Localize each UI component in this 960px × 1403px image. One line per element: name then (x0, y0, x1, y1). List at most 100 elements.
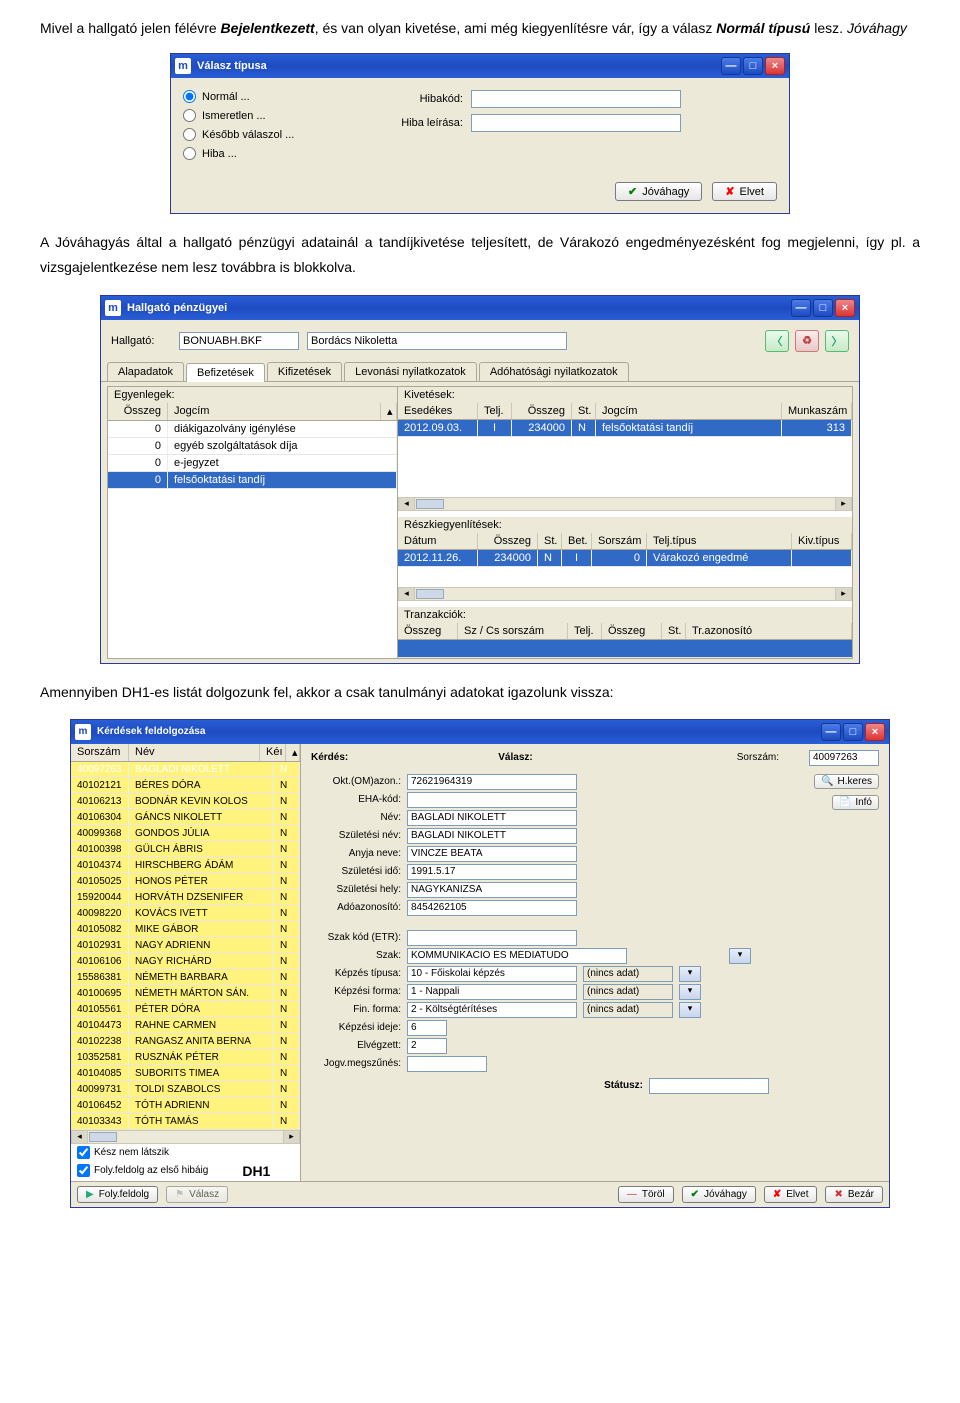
col[interactable]: Telj. (568, 623, 602, 639)
szak-dropdown[interactable]: ▾ (729, 948, 751, 964)
scroll-thumb[interactable] (416, 499, 444, 509)
egyenleg-row[interactable]: 0felsőoktatási tandíj (108, 472, 397, 489)
valasz-button[interactable]: ⚑Válasz (166, 1186, 228, 1203)
szn-input[interactable] (407, 828, 577, 844)
col[interactable]: Tr.azonosító (686, 623, 852, 639)
col-jogcim[interactable]: Jogcím (596, 403, 782, 419)
close-button[interactable]: × (765, 57, 785, 75)
list-row[interactable]: 15586381NÉMETH BARBARAN (71, 970, 300, 986)
col-telj[interactable]: Telj. (478, 403, 512, 419)
kf-right[interactable] (583, 984, 673, 1000)
list-row[interactable]: 40105082MIKE GÁBORN (71, 922, 300, 938)
tab-kifizetesek[interactable]: Kifizetések (267, 362, 342, 381)
foly-feldolg-checkbox[interactable] (77, 1164, 90, 1177)
hibakod-input[interactable] (471, 90, 681, 108)
scroll-left[interactable]: ◂ (399, 498, 415, 510)
list-row[interactable]: 40106304GÁNCS NIKOLETTN (71, 810, 300, 826)
hibaleiras-input[interactable] (471, 114, 681, 132)
egyenleg-row[interactable]: 0egyéb szolgáltatások díja (108, 438, 397, 455)
elvet-button[interactable]: ✘Elvet (764, 1186, 818, 1203)
col-osszeg[interactable]: Összeg (108, 403, 168, 420)
tranzakcio-row-empty[interactable] (398, 640, 852, 658)
scroll-thumb[interactable] (89, 1132, 117, 1142)
maximize-button[interactable]: □ (813, 299, 833, 317)
close-button[interactable]: × (865, 723, 885, 741)
bezar-button[interactable]: ✖Bezár (825, 1186, 883, 1203)
list-row[interactable]: 40103343TÓTH TAMÁSN (71, 1114, 300, 1130)
close-button[interactable]: × (835, 299, 855, 317)
scroll-thumb[interactable] (416, 589, 444, 599)
col-jogcim[interactable]: Jogcím (168, 403, 381, 420)
col[interactable]: Összeg (602, 623, 662, 639)
col-munkaszam[interactable]: Munkaszám (782, 403, 852, 419)
list-row[interactable]: 40099368GONDOS JÚLIAN (71, 826, 300, 842)
radio-hiba[interactable]: Hiba ... (183, 147, 294, 160)
titlebar[interactable]: m Válasz típusa — □ × (171, 54, 789, 78)
kf-input[interactable] (407, 984, 577, 1000)
titlebar[interactable]: m Hallgató pénzügyei — □ × (101, 296, 859, 320)
col[interactable]: Sz / Cs sorszám (458, 623, 568, 639)
kesz-nem-latszik-checkbox[interactable] (77, 1146, 90, 1159)
sorszam-input[interactable] (809, 750, 879, 766)
list-row[interactable]: 40100398GÜLCH ÁBRISN (71, 842, 300, 858)
hkeres-button[interactable]: 🔍H.keres (814, 774, 879, 789)
tab-levonasi[interactable]: Levonási nyilatkozatok (344, 362, 477, 381)
scroll-up[interactable]: ▴ (381, 403, 397, 420)
list-row[interactable]: 40104374HIRSCHBERG ÁDÁMN (71, 858, 300, 874)
egyenleg-row[interactable]: 0e-jegyzet (108, 455, 397, 472)
col-osszeg[interactable]: Összeg (478, 533, 538, 549)
minimize-button[interactable]: — (821, 723, 841, 741)
h-scrollbar[interactable]: ◂▸ (398, 587, 852, 601)
list-row[interactable]: 40104473RAHNE CARMENN (71, 1018, 300, 1034)
ado-input[interactable] (407, 900, 577, 916)
list-row[interactable]: 40106106NAGY RICHÁRDN (71, 954, 300, 970)
col-st[interactable]: St. (538, 533, 562, 549)
col-datum[interactable]: Dátum (398, 533, 478, 549)
tab-alapadatok[interactable]: Alapadatok (107, 362, 184, 381)
list-row[interactable]: 40102238RANGASZ ANITA BERNAN (71, 1034, 300, 1050)
ff-dropdown[interactable]: ▾ (679, 1002, 701, 1018)
ev-input[interactable] (407, 1038, 447, 1054)
scroll-right[interactable]: ▸ (835, 588, 851, 600)
col-ke[interactable]: Kéı (260, 744, 286, 761)
ff-input[interactable] (407, 1002, 577, 1018)
col-st[interactable]: St. (572, 403, 596, 419)
radio-normal[interactable]: Normál ... (183, 90, 294, 103)
list-row[interactable]: 40100695NÉMETH MÁRTON SÁN.N (71, 986, 300, 1002)
tab-befizetesek[interactable]: Befizetések (186, 363, 265, 382)
kivetes-row[interactable]: 2012.09.03. I 234000 N felsőoktatási tan… (398, 420, 852, 437)
col-bet[interactable]: Bet. (562, 533, 592, 549)
col-sorszam[interactable]: Sorszám (71, 744, 129, 761)
list-row[interactable]: 40098220KOVÁCS IVETTN (71, 906, 300, 922)
radio-kesobb[interactable]: Később válaszol ... (183, 128, 294, 141)
list-row[interactable]: 40104085SUBORITS TIMEAN (71, 1066, 300, 1082)
any-input[interactable] (407, 846, 577, 862)
foly-feldolg-button[interactable]: ▶Foly.feldolg (77, 1186, 158, 1203)
list-row[interactable]: 10352581RUSZNÁK PÉTERN (71, 1050, 300, 1066)
reszkieg-row[interactable]: 2012.11.26. 234000 N I 0 Várakozó engedm… (398, 550, 852, 567)
szk-input[interactable] (407, 930, 577, 946)
kt-input[interactable] (407, 966, 577, 982)
col[interactable]: Összeg (398, 623, 458, 639)
next-button[interactable]: 〉 (825, 330, 849, 352)
col-esedekes[interactable]: Esedékes (398, 403, 478, 419)
list-row[interactable]: 40099731TOLDI SZABOLCSN (71, 1082, 300, 1098)
kt-right[interactable] (583, 966, 673, 982)
scroll-right[interactable]: ▸ (283, 1131, 299, 1143)
maximize-button[interactable]: □ (843, 723, 863, 741)
titlebar[interactable]: m Kérdések feldolgozása — □ × (71, 720, 889, 744)
maximize-button[interactable]: □ (743, 57, 763, 75)
minimize-button[interactable]: — (791, 299, 811, 317)
prev-button[interactable]: 〈 (765, 330, 789, 352)
radio-ismeretlen[interactable]: Ismeretlen ... (183, 109, 294, 122)
list-row[interactable]: 40097263BAGLADI NIKOLETTN (71, 762, 300, 778)
list-row[interactable]: 40102121BÉRES DÓRAN (71, 778, 300, 794)
list-row[interactable]: 40102931NAGY ADRIENNN (71, 938, 300, 954)
scroll-up[interactable]: ▴ (286, 744, 300, 761)
jovahagy-button[interactable]: ✔Jóváhagy (682, 1186, 756, 1203)
szh-input[interactable] (407, 882, 577, 898)
szi-input[interactable] (407, 864, 577, 880)
jm-input[interactable] (407, 1056, 487, 1072)
minimize-button[interactable]: — (721, 57, 741, 75)
nev-input[interactable] (407, 810, 577, 826)
